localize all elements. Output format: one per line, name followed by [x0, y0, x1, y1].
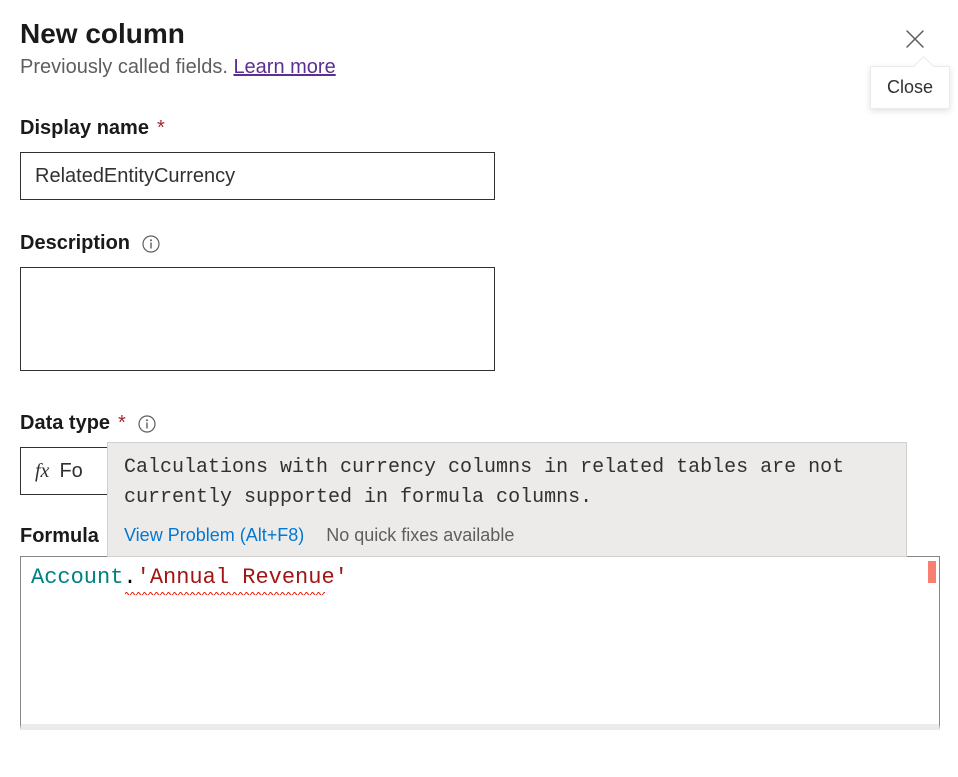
- code-identifier: Account: [31, 565, 123, 590]
- minimap-error-marker: [928, 561, 936, 583]
- close-button[interactable]: [898, 22, 932, 56]
- info-icon[interactable]: [138, 415, 156, 433]
- formula-label-text: Formula: [20, 525, 99, 547]
- required-indicator: *: [157, 117, 165, 140]
- data-type-label-text: Data type: [20, 412, 110, 435]
- error-squiggle: [125, 591, 325, 596]
- panel-subtitle: Previously called fields. Learn more: [20, 56, 898, 79]
- description-label-text: Description: [20, 232, 130, 255]
- close-tooltip: Close: [870, 66, 950, 109]
- data-type-value: Fo: [59, 460, 87, 483]
- close-icon: [904, 28, 926, 50]
- view-problem-link[interactable]: View Problem (Alt+F8): [124, 525, 304, 546]
- error-message: Calculations with currency columns in re…: [108, 443, 906, 521]
- code-dot: .: [123, 565, 136, 590]
- no-quick-fixes-text: No quick fixes available: [326, 525, 514, 546]
- error-tooltip: Calculations with currency columns in re…: [107, 442, 907, 557]
- display-name-label: Display name *: [20, 117, 938, 140]
- required-indicator: *: [118, 412, 126, 435]
- info-icon[interactable]: [142, 235, 160, 253]
- description-input[interactable]: [20, 267, 495, 371]
- formula-code[interactable]: Account.'Annual Revenue': [31, 565, 348, 590]
- description-label: Description: [20, 232, 938, 255]
- subtitle-text: Previously called fields.: [20, 56, 233, 78]
- formula-editor[interactable]: Calculations with currency columns in re…: [20, 556, 940, 730]
- fx-icon: fx: [35, 460, 49, 483]
- code-string: 'Annual Revenue': [137, 565, 348, 590]
- display-name-label-text: Display name: [20, 117, 149, 140]
- display-name-input[interactable]: [20, 152, 495, 200]
- panel-title: New column: [20, 18, 898, 50]
- learn-more-link[interactable]: Learn more: [233, 56, 335, 78]
- data-type-label: Data type *: [20, 412, 938, 435]
